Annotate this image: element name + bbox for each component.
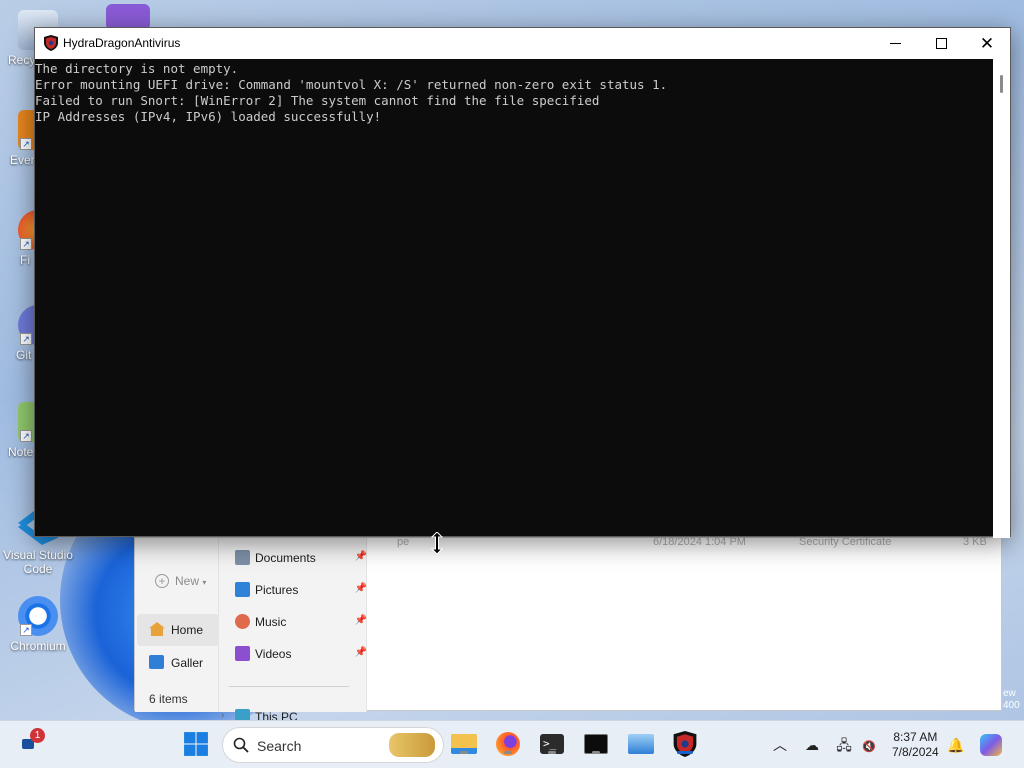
widgets-button[interactable]: 1 [18,728,45,757]
chromium-icon: ↗ [18,596,58,636]
copilot-button[interactable] [980,734,1004,756]
network-button[interactable]: 🖧 [835,736,853,754]
edge-partial-text: ew 400 [1003,688,1020,711]
search-icon [233,737,249,753]
item-count: 6 items [149,692,188,706]
nav-divider [229,686,349,687]
active-indicator [677,751,693,754]
nav-documents-label: Documents [255,551,316,565]
taskbar-firefox[interactable] [495,731,521,757]
network-icon: 🖧 [836,737,852,753]
running-indicator [460,751,468,754]
chevron-up-icon: ︿ [773,737,787,753]
volume-muted-icon: 🔇 [862,741,876,753]
console-line: Failed to run Snort: [WinError 2] The sy… [35,93,600,108]
taskbar-search-box[interactable]: Search [222,727,444,763]
clock-date: 7/8/2024 [892,745,939,759]
minimize-icon [889,43,901,44]
nav-pictures[interactable]: Pictures 📌 [235,582,367,597]
console-window[interactable]: HydraDragonAntivirus ✕ The directory is … [34,27,1011,538]
explorer-nav-pane: Documents 📌 Pictures 📌 Music 📌 Videos 📌 … [219,538,367,724]
taskbar-hydradragon[interactable] [672,731,698,757]
shortcut-arrow-icon: ↗ [20,238,32,250]
close-button[interactable]: ✕ [964,28,1010,59]
explorer-file-list: pe 6/18/2024 1:04 PM Security Certificat… [367,536,1001,712]
nav-pictures-label: Pictures [255,583,299,597]
bell-icon: 🔔 [947,737,965,753]
taskbar-system-monitor[interactable] [628,731,654,757]
scrollbar-thumb[interactable] [1000,75,1003,93]
show-hidden-icons-button[interactable]: ︿ [771,736,789,754]
notification-badge: 1 [30,728,45,743]
windows-logo-icon [184,732,208,756]
shortcut-arrow-icon: ↗ [20,138,32,150]
running-indicator [548,751,556,754]
desktop-icon-label: Visual Studio Code [3,548,73,576]
shortcut-arrow-icon: ↗ [20,624,32,636]
shortcut-arrow-icon: ↗ [20,333,32,345]
volume-button[interactable]: 🔇 [860,736,878,754]
cloud-off-icon: ☁ [805,737,819,753]
explorer-left-pane: + New ▾ Home Galler 6 items [135,538,219,712]
nav-documents[interactable]: Documents 📌 [235,550,367,565]
desktop-icon-chromium[interactable]: ↗ Chromium [2,596,74,653]
nav-gallery-label: Galler [171,656,204,670]
nav-music[interactable]: Music 📌 [235,614,367,629]
videos-icon [235,646,250,661]
console-line: Error mounting UEFI drive: Command 'moun… [35,77,668,92]
gallery-icon [149,655,164,669]
nav-music-label: Music [255,615,287,629]
nav-videos[interactable]: Videos 📌 [235,646,367,661]
vertical-scrollbar[interactable] [993,59,1010,538]
console-line: The directory is not empty. [35,61,239,76]
pin-icon: 📌 [354,647,367,658]
nav-videos-label: Videos [255,647,292,661]
copilot-icon [980,734,1002,756]
close-icon: ✕ [979,33,995,53]
taskbar: 1 Search >_ ︿ ☁ 🖧 🔇 8:37 AM 7/8/2024 🔔 [0,720,1024,768]
notifications-button[interactable]: 🔔 [947,736,965,754]
resize-cursor-icon [431,532,443,554]
clock-time: 8:37 AM [893,730,938,744]
console-line: IP Addresses (IPv4, IPv6) loaded success… [35,109,382,124]
nav-home[interactable]: Home [137,614,219,646]
pictures-icon [235,582,250,597]
window-title: HydraDragonAntivirus [63,36,181,50]
pin-icon: 📌 [354,551,367,562]
running-indicator [592,751,600,754]
file-explorer-window[interactable]: + New ▾ Home Galler 6 items Documents 📌 P… [134,536,1002,724]
onedrive-offline-button[interactable]: ☁ [803,736,821,754]
monitor-chart-icon [628,734,654,754]
maximize-button[interactable] [918,28,964,59]
home-icon [149,622,165,636]
desktop-icon-label: Chromium [10,639,66,653]
nav-home-label: Home [171,623,204,637]
music-icon [235,614,250,629]
plus-circle-icon: + [155,574,169,588]
maximize-icon [935,38,947,49]
taskbar-file-explorer[interactable] [451,731,477,757]
title-bar[interactable]: HydraDragonAntivirus ✕ [35,28,1010,59]
minimize-button[interactable] [872,28,918,59]
taskbar-command-prompt[interactable] [583,731,609,757]
taskbar-terminal[interactable]: >_ [539,731,565,757]
taskbar-clock[interactable]: 8:37 AM 7/8/2024 [892,730,939,760]
search-highlight-icon [389,733,435,757]
chevron-down-icon: ▾ [202,578,207,587]
running-indicator [504,751,512,754]
console-output[interactable]: The directory is not empty. Error mounti… [35,59,995,538]
pin-icon: 📌 [354,615,367,626]
new-button[interactable]: + New ▾ [155,574,206,588]
new-button-label: New [175,574,200,588]
hydradragon-shield-icon [44,35,58,51]
start-button[interactable] [183,731,209,757]
shortcut-arrow-icon: ↗ [20,430,32,442]
search-placeholder: Search [257,738,302,754]
pin-icon: 📌 [354,583,367,594]
documents-icon [235,550,250,565]
nav-gallery[interactable]: Galler [137,648,219,678]
